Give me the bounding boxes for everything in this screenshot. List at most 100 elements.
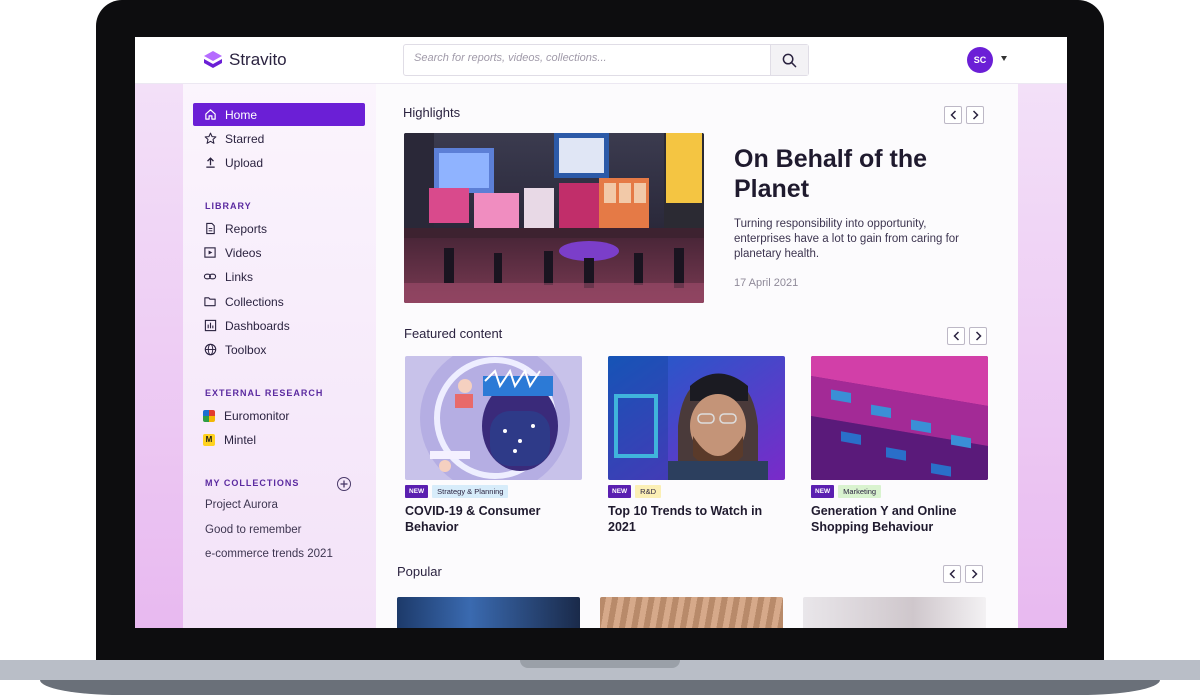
folder-icon [203, 295, 217, 309]
add-collection-button[interactable] [337, 477, 351, 491]
card-title: Generation Y and Online Shopping Behavio… [811, 504, 957, 534]
sidebar-item-label: Links [225, 269, 254, 284]
next-button[interactable] [966, 106, 984, 124]
previous-button[interactable] [943, 565, 961, 583]
laptop-base-shadow [40, 680, 1160, 695]
sidebar-item-mintel[interactable]: M Mintel [193, 428, 365, 451]
chevron-right-icon [972, 110, 979, 120]
previous-button[interactable] [944, 106, 962, 124]
chevron-left-icon [948, 569, 955, 579]
card-title: COVID-19 & Consumer Behavior [405, 504, 541, 534]
featured-card[interactable]: NEW Marketing Generation Y and Online Sh… [811, 356, 988, 546]
highlight-image[interactable] [404, 133, 704, 303]
library-section-label: LIBRARY [205, 201, 252, 211]
new-badge: NEW [608, 485, 632, 498]
external-research-section-label: EXTERNAL RESEARCH [205, 388, 324, 398]
plus-icon [340, 480, 348, 488]
highlights-nav [944, 106, 984, 124]
featured-content-title: Featured content [404, 326, 503, 341]
chevron-left-icon [949, 110, 956, 120]
new-badge: NEW [811, 485, 835, 498]
sidebar-item-label: Euromonitor [224, 408, 290, 423]
collection-item[interactable]: Good to remember [205, 524, 302, 536]
card-title: Top 10 Trends to Watch in 2021 [608, 504, 763, 534]
laptop-notch [520, 660, 680, 668]
card-tags: NEW R&D [608, 485, 785, 498]
sidebar-item-label: Upload [225, 155, 264, 170]
highlights-title: Highlights [403, 105, 461, 120]
collection-item[interactable]: Project Aurora [205, 499, 278, 511]
popular-nav [943, 565, 983, 583]
globe-icon [203, 343, 217, 357]
upload-icon [203, 156, 217, 170]
sidebar-item-label: Reports [225, 221, 268, 236]
sidebar-item-label: Starred [225, 131, 265, 146]
background-band-right [1018, 84, 1067, 628]
star-icon [203, 132, 217, 146]
card-tags: NEW Marketing [811, 485, 988, 498]
card-tags: NEW Strategy & Planning [405, 485, 582, 498]
sidebar-item-label: Mintel [224, 432, 257, 447]
popular-card-image[interactable] [600, 597, 783, 628]
link-icon [203, 270, 217, 284]
chevron-left-icon [952, 331, 959, 341]
sidebar-item-label: Collections [225, 294, 284, 309]
card-image [405, 356, 582, 480]
chevron-down-icon[interactable] [1001, 56, 1007, 61]
sidebar-item-dashboards[interactable]: Dashboards [193, 314, 365, 337]
featured-card[interactable]: NEW Strategy & Planning COVID-19 & Consu… [405, 356, 582, 546]
sidebar-item-label: Videos [225, 245, 262, 260]
avatar[interactable]: SC [967, 47, 993, 73]
sidebar-item-label: Home [225, 107, 258, 122]
city-billboards-image [404, 133, 704, 303]
app-screen: Stravito SC Home Starre [135, 37, 1067, 628]
previous-button[interactable] [947, 327, 965, 345]
sidebar-item-toolbox[interactable]: Toolbox [193, 338, 365, 361]
search-input[interactable] [414, 52, 754, 64]
app-name: Stravito [229, 50, 287, 69]
sidebar-item-reports[interactable]: Reports [193, 217, 365, 240]
home-icon [203, 108, 217, 122]
sidebar-item-upload[interactable]: Upload [193, 151, 365, 174]
dashboard-icon [203, 319, 217, 333]
sidebar-item-collections[interactable]: Collections [193, 290, 365, 313]
sidebar-item-label: Dashboards [225, 318, 290, 333]
search-button[interactable] [770, 45, 808, 75]
highlight-date: 17 April 2021 [734, 277, 799, 289]
logo[interactable]: Stravito [203, 50, 287, 70]
sidebar-item-starred[interactable]: Starred [193, 127, 365, 150]
mintel-logo-icon: M [203, 433, 215, 446]
sidebar: Home Starred Upload LIBRARY Reports Vide… [183, 84, 376, 628]
card-image [811, 356, 988, 480]
search-bar [403, 44, 809, 76]
new-badge: NEW [405, 485, 429, 498]
collection-item[interactable]: e-commerce trends 2021 [205, 548, 333, 560]
sidebar-item-label: Toolbox [225, 342, 267, 357]
sidebar-item-links[interactable]: Links [193, 265, 365, 288]
category-tag[interactable]: Strategy & Planning [432, 485, 509, 498]
search-icon [782, 53, 797, 67]
popular-card-image[interactable] [397, 597, 580, 628]
video-icon [203, 246, 217, 260]
sidebar-item-videos[interactable]: Videos [193, 241, 365, 264]
next-button[interactable] [969, 327, 987, 345]
popular-card-image[interactable] [803, 597, 986, 628]
sidebar-item-home[interactable]: Home [193, 103, 365, 126]
chevron-right-icon [971, 569, 978, 579]
category-tag[interactable]: R&D [635, 485, 662, 498]
featured-card[interactable]: NEW R&D Top 10 Trends to Watch in 2021 [608, 356, 785, 546]
stravito-logo-icon [204, 51, 222, 68]
highlight-title[interactable]: On Behalf of the Planet [734, 144, 964, 204]
top-bar: Stravito SC [135, 37, 1067, 84]
document-icon [203, 222, 217, 236]
popular-title: Popular [397, 564, 442, 579]
category-tag[interactable]: Marketing [838, 485, 882, 498]
chevron-right-icon [975, 331, 982, 341]
sidebar-item-euromonitor[interactable]: Euromonitor [193, 404, 365, 427]
highlight-description: Turning responsibility into opportunity,… [734, 218, 960, 260]
main-content: Highlights On Behalf of the Planet Turni… [376, 84, 1018, 628]
my-collections-section-label: MY COLLECTIONS [205, 478, 300, 488]
card-image [608, 356, 785, 480]
next-button[interactable] [965, 565, 983, 583]
euromonitor-logo-icon [203, 409, 215, 422]
